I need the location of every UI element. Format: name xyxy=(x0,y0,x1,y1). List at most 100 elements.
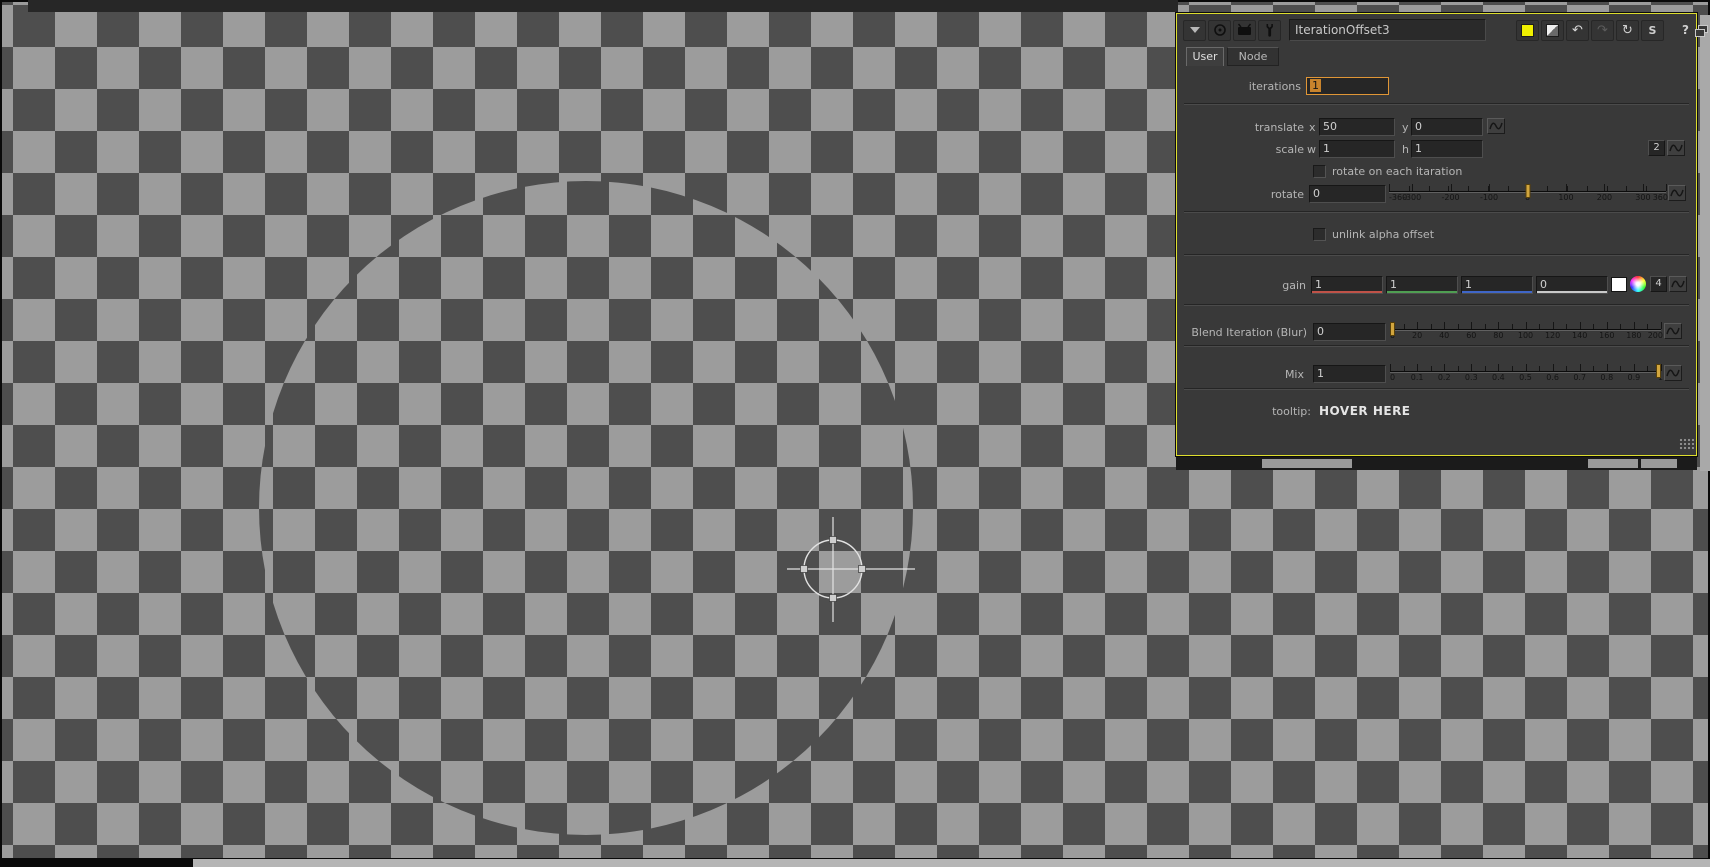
gl-color-button[interactable] xyxy=(1541,20,1564,41)
tab-node[interactable]: Node xyxy=(1227,47,1279,66)
script-button[interactable]: S xyxy=(1641,20,1664,41)
gain-b-field[interactable]: 1 xyxy=(1461,276,1533,294)
mix-slider[interactable]: 00.10.20.30.40.50.60.70.80.91 xyxy=(1390,359,1661,387)
rotate-slider[interactable]: -360-300-200-1000100200300360 xyxy=(1389,179,1666,207)
slider-tick-label: 200 xyxy=(1648,331,1663,340)
redo-button[interactable]: ↷ xyxy=(1591,20,1614,41)
slider-tick-major xyxy=(1390,364,1391,371)
rotate-each-label: rotate on each itaration xyxy=(1332,165,1462,178)
help-button[interactable]: ? xyxy=(1678,21,1693,40)
panel-menu-button[interactable] xyxy=(1183,20,1206,41)
slider-tick xyxy=(1404,366,1405,371)
slider-handle[interactable] xyxy=(1525,184,1530,198)
undo-button[interactable]: ↶ xyxy=(1566,20,1589,41)
slider-tick-label: 0.7 xyxy=(1573,373,1586,382)
gain-label: gain xyxy=(1177,279,1306,292)
scale-h-field[interactable]: 1 xyxy=(1411,140,1483,158)
slider-tick xyxy=(1431,324,1432,329)
slider-tick xyxy=(1458,324,1459,329)
monitor-button[interactable] xyxy=(1233,20,1256,41)
slider-tick-major xyxy=(1643,184,1644,191)
slider-tick-label: 60 xyxy=(1466,331,1476,340)
slider-tick-label: 160 xyxy=(1599,331,1614,340)
slider-tick-label: 0.4 xyxy=(1492,373,1505,382)
triangle-down-icon xyxy=(1190,27,1200,33)
slider-tick-major xyxy=(1498,364,1499,371)
slider-tick xyxy=(1539,366,1540,371)
gain-animation-button[interactable] xyxy=(1669,276,1687,292)
tooltip-label: tooltip: xyxy=(1177,405,1311,418)
translate-x-field[interactable]: 50 xyxy=(1319,118,1395,136)
slider-tick-label: 0.5 xyxy=(1519,373,1532,382)
slider-tick-major xyxy=(1417,364,1418,371)
panel-resize-grip[interactable] xyxy=(1679,438,1694,451)
slider-tick-label: -300 xyxy=(1403,193,1421,202)
scale-w-field[interactable]: 1 xyxy=(1319,140,1395,158)
center-node-button[interactable] xyxy=(1208,20,1231,41)
rotate-animation-button[interactable] xyxy=(1668,185,1686,201)
slider-tick-major xyxy=(1417,322,1418,329)
tab-user[interactable]: User xyxy=(1186,47,1224,66)
blend-field[interactable]: 0 xyxy=(1313,323,1386,341)
rotate-each-checkbox[interactable] xyxy=(1313,165,1326,178)
application-window: ↶ ↷ ↻ S ? × User Node iterations 1 trans… xyxy=(0,0,1710,867)
iterations-value: 1 xyxy=(1310,79,1321,92)
scroll-segment[interactable] xyxy=(1641,459,1677,468)
rotate-label: rotate xyxy=(1177,188,1304,201)
rotate-field[interactable]: 0 xyxy=(1309,185,1386,203)
slider-tick-major xyxy=(1451,184,1452,191)
slider-handle[interactable] xyxy=(1390,322,1395,336)
panel-tabs: User Node xyxy=(1177,47,1696,66)
revert-button[interactable]: ↻ xyxy=(1616,20,1639,41)
slider-tick-major xyxy=(1471,322,1472,329)
iterations-field[interactable]: 1 xyxy=(1306,77,1389,95)
help-icon: ? xyxy=(1682,23,1689,37)
separator xyxy=(1184,388,1689,390)
slider-tick xyxy=(1448,186,1449,191)
scale-animation-button[interactable] xyxy=(1667,140,1685,156)
float-window-button[interactable] xyxy=(1693,21,1708,40)
iterations-label: iterations xyxy=(1177,80,1301,93)
gain-a-field[interactable]: 0 xyxy=(1536,276,1608,294)
scroll-segment[interactable] xyxy=(1262,459,1352,468)
scale-link-count-button[interactable]: 2 xyxy=(1648,140,1665,156)
settings-button[interactable] xyxy=(1258,20,1281,41)
node-name-input[interactable] xyxy=(1289,19,1486,41)
translate-label: translate xyxy=(1177,121,1304,134)
translate-animation-button[interactable] xyxy=(1487,118,1505,134)
mix-animation-button[interactable] xyxy=(1664,365,1682,381)
slider-tick xyxy=(1567,186,1568,191)
slider-tick-major xyxy=(1607,364,1608,371)
gain-link-count-button[interactable]: 4 xyxy=(1650,276,1667,292)
blend-slider[interactable]: 020406080100120140160180200 xyxy=(1390,317,1661,345)
separator xyxy=(1184,254,1689,256)
slider-handle[interactable] xyxy=(1656,364,1661,378)
slider-tick-major xyxy=(1412,184,1413,191)
gain-color-wheel-button[interactable] xyxy=(1630,276,1646,292)
node-color-button[interactable] xyxy=(1516,20,1539,41)
gain-color-swatch-button[interactable] xyxy=(1611,277,1627,292)
separator xyxy=(1184,103,1689,105)
translate-y-field[interactable]: 0 xyxy=(1411,118,1483,136)
undo-icon: ↶ xyxy=(1572,24,1583,37)
slider-tick-major xyxy=(1661,322,1662,329)
scroll-segment[interactable] xyxy=(1588,459,1638,468)
bottom-scrollbar[interactable] xyxy=(193,859,1710,867)
mix-field[interactable]: 1 xyxy=(1313,365,1386,383)
offset-circle-render xyxy=(259,181,913,835)
blend-animation-button[interactable] xyxy=(1664,323,1682,339)
slider-tick xyxy=(1485,366,1486,371)
slider-tick xyxy=(1620,324,1621,329)
gain-r-field[interactable]: 1 xyxy=(1311,276,1383,294)
slider-tick-label: 0.1 xyxy=(1411,373,1424,382)
gain-g-field[interactable]: 1 xyxy=(1386,276,1458,294)
unlink-alpha-checkbox[interactable] xyxy=(1313,228,1326,241)
slider-groove xyxy=(1390,371,1661,372)
panel-under-strip xyxy=(1176,456,1697,470)
float-window-icon xyxy=(1695,25,1707,36)
slider-tick xyxy=(1587,186,1588,191)
script-icon: S xyxy=(1649,24,1657,37)
slider-tick-label: 0.9 xyxy=(1628,373,1641,382)
right-scrollbar[interactable] xyxy=(1700,15,1710,471)
panel-titlebar[interactable]: ↶ ↷ ↻ S ? × xyxy=(1177,17,1696,43)
